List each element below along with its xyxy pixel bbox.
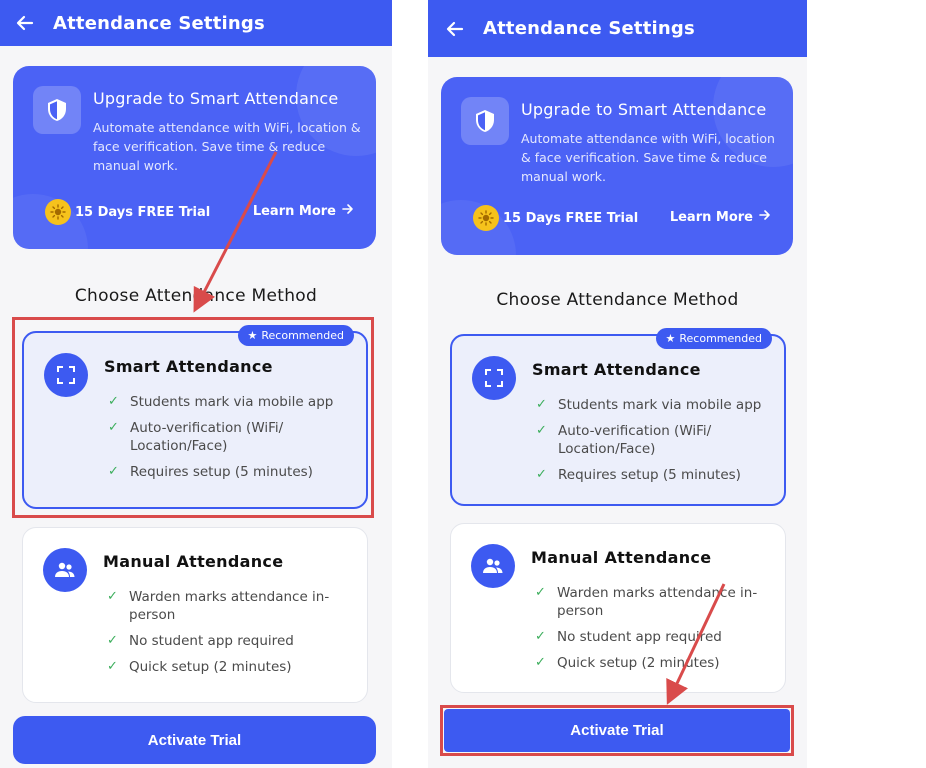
feature-item: ✓ Students mark via mobile app xyxy=(108,393,353,411)
check-icon: ✓ xyxy=(108,420,119,435)
feature-item: ✓ No student app required xyxy=(535,628,780,646)
badge-label: Recommended xyxy=(261,329,344,342)
star-icon: ★ xyxy=(665,332,676,345)
feature-text: Students mark via mobile app xyxy=(558,397,762,413)
trial-label: 15 Days FREE Trial xyxy=(75,204,211,220)
activate-trial-button[interactable]: Activate Trial xyxy=(444,709,790,752)
feature-item: ✓ Warden marks attendance in-person xyxy=(535,584,780,620)
feature-list: ✓ Students mark via mobile app ✓ Auto-veri… xyxy=(536,396,781,492)
feature-text: Warden marks attendance in-person xyxy=(557,585,758,619)
method-title: Manual Attendance xyxy=(103,552,284,571)
check-icon: ✓ xyxy=(536,423,547,438)
trial-info: 15 Days FREE Trial xyxy=(473,205,638,231)
promo-title: Upgrade to Smart Attendance xyxy=(521,100,767,119)
feature-list: ✓ Warden marks attendance in-person ✓ No s… xyxy=(107,588,352,684)
feature-text: No student app required xyxy=(129,633,294,649)
arrow-right-icon xyxy=(342,203,354,219)
check-icon: ✓ xyxy=(535,655,546,670)
app-bar: Attendance Settings xyxy=(0,0,392,46)
upgrade-promo-card: Upgrade to Smart Attendance Automate att… xyxy=(441,77,793,255)
check-icon: ✓ xyxy=(536,397,547,412)
check-icon: ✓ xyxy=(108,394,119,409)
method-title: Smart Attendance xyxy=(532,360,701,379)
check-icon: ✓ xyxy=(107,659,118,674)
feature-text: Warden marks attendance in-person xyxy=(129,589,330,623)
recommended-badge: ★ Recommended xyxy=(655,328,772,349)
scan-frame-icon xyxy=(472,356,516,400)
trial-info: 15 Days FREE Trial xyxy=(45,199,210,225)
learn-more-label: Learn More xyxy=(669,209,753,225)
page-title: Attendance Settings xyxy=(53,12,265,34)
arrow-left-icon[interactable] xyxy=(14,12,36,34)
feature-item: ✓ Quick setup (2 minutes) xyxy=(107,658,352,676)
people-icon xyxy=(43,548,87,592)
check-icon: ✓ xyxy=(535,629,546,644)
check-icon: ✓ xyxy=(107,589,118,604)
method-card-manual[interactable]: Manual Attendance ✓ Warden marks attendan… xyxy=(450,523,786,693)
feature-item: ✓ Students mark via mobile app xyxy=(536,396,781,414)
check-icon: ✓ xyxy=(108,464,119,479)
feature-item: ✓ Requires setup (5 minutes) xyxy=(536,466,781,484)
shield-icon xyxy=(461,97,509,145)
trial-label: 15 Days FREE Trial xyxy=(503,210,639,226)
check-icon: ✓ xyxy=(535,585,546,600)
activate-trial-button[interactable]: Activate Trial xyxy=(13,716,376,764)
badge-label: Recommended xyxy=(679,332,762,345)
scan-frame-icon xyxy=(44,353,88,397)
sun-icon xyxy=(473,205,499,231)
sun-icon xyxy=(45,199,71,225)
recommended-badge: ★ Recommended xyxy=(237,325,354,346)
feature-list: ✓ Students mark via mobile app ✓ Auto-veri… xyxy=(108,393,353,489)
section-title: Choose Attendance Method xyxy=(74,286,318,306)
promo-description: Automate attendance with WiFi, location … xyxy=(521,131,775,184)
check-icon: ✓ xyxy=(107,633,118,648)
app-bar: Attendance Settings xyxy=(428,0,807,57)
feature-text: Auto-verification (WiFi/ Location/Face) xyxy=(130,420,284,454)
method-title: Manual Attendance xyxy=(531,548,712,567)
feature-item: ✓ No student app required xyxy=(107,632,352,650)
method-title: Smart Attendance xyxy=(104,357,273,376)
feature-text: Quick setup (2 minutes) xyxy=(557,655,720,671)
feature-item: ✓ Quick setup (2 minutes) xyxy=(535,654,780,672)
shield-icon xyxy=(33,86,81,134)
feature-item: ✓ Auto-verification (WiFi/ Location/Face) xyxy=(108,419,353,455)
upgrade-promo-card: Upgrade to Smart Attendance Automate att… xyxy=(13,66,376,249)
arrow-right-icon xyxy=(759,209,771,225)
learn-more-link[interactable]: Learn More xyxy=(670,209,771,225)
method-card-smart[interactable]: ★ Recommended Smart Attendance ✓ Students … xyxy=(22,325,368,509)
learn-more-link[interactable]: Learn More xyxy=(253,203,354,219)
feature-text: Requires setup (5 minutes) xyxy=(130,464,313,480)
feature-text: Requires setup (5 minutes) xyxy=(558,467,741,483)
people-icon xyxy=(471,544,515,588)
screen-right: Attendance Settings Upgrade to Smart Att… xyxy=(428,0,807,768)
learn-more-label: Learn More xyxy=(252,203,336,219)
feature-text: Students mark via mobile app xyxy=(130,394,334,410)
feature-item: ✓ Requires setup (5 minutes) xyxy=(108,463,353,481)
feature-text: No student app required xyxy=(557,629,722,645)
screen-left: Attendance Settings Upgrade to Smart Att… xyxy=(0,0,392,768)
method-card-manual[interactable]: Manual Attendance ✓ Warden marks attendan… xyxy=(22,527,368,703)
feature-list: ✓ Warden marks attendance in-person ✓ No s… xyxy=(535,584,780,680)
feature-item: ✓ Auto-verification (WiFi/ Location/Face) xyxy=(536,422,781,458)
arrow-left-icon[interactable] xyxy=(444,18,466,40)
section-title: Choose Attendance Method xyxy=(496,290,739,310)
method-card-smart[interactable]: ★ Recommended Smart Attendance ✓ Students … xyxy=(450,328,786,506)
promo-description: Automate attendance with WiFi, location … xyxy=(93,120,361,173)
feature-item: ✓ Warden marks attendance in-person xyxy=(107,588,352,624)
feature-text: Quick setup (2 minutes) xyxy=(129,659,292,675)
page-title: Attendance Settings xyxy=(483,18,695,39)
feature-text: Auto-verification (WiFi/ Location/Face) xyxy=(558,423,712,457)
promo-title: Upgrade to Smart Attendance xyxy=(93,89,339,108)
check-icon: ✓ xyxy=(536,467,547,482)
star-icon: ★ xyxy=(247,329,258,342)
